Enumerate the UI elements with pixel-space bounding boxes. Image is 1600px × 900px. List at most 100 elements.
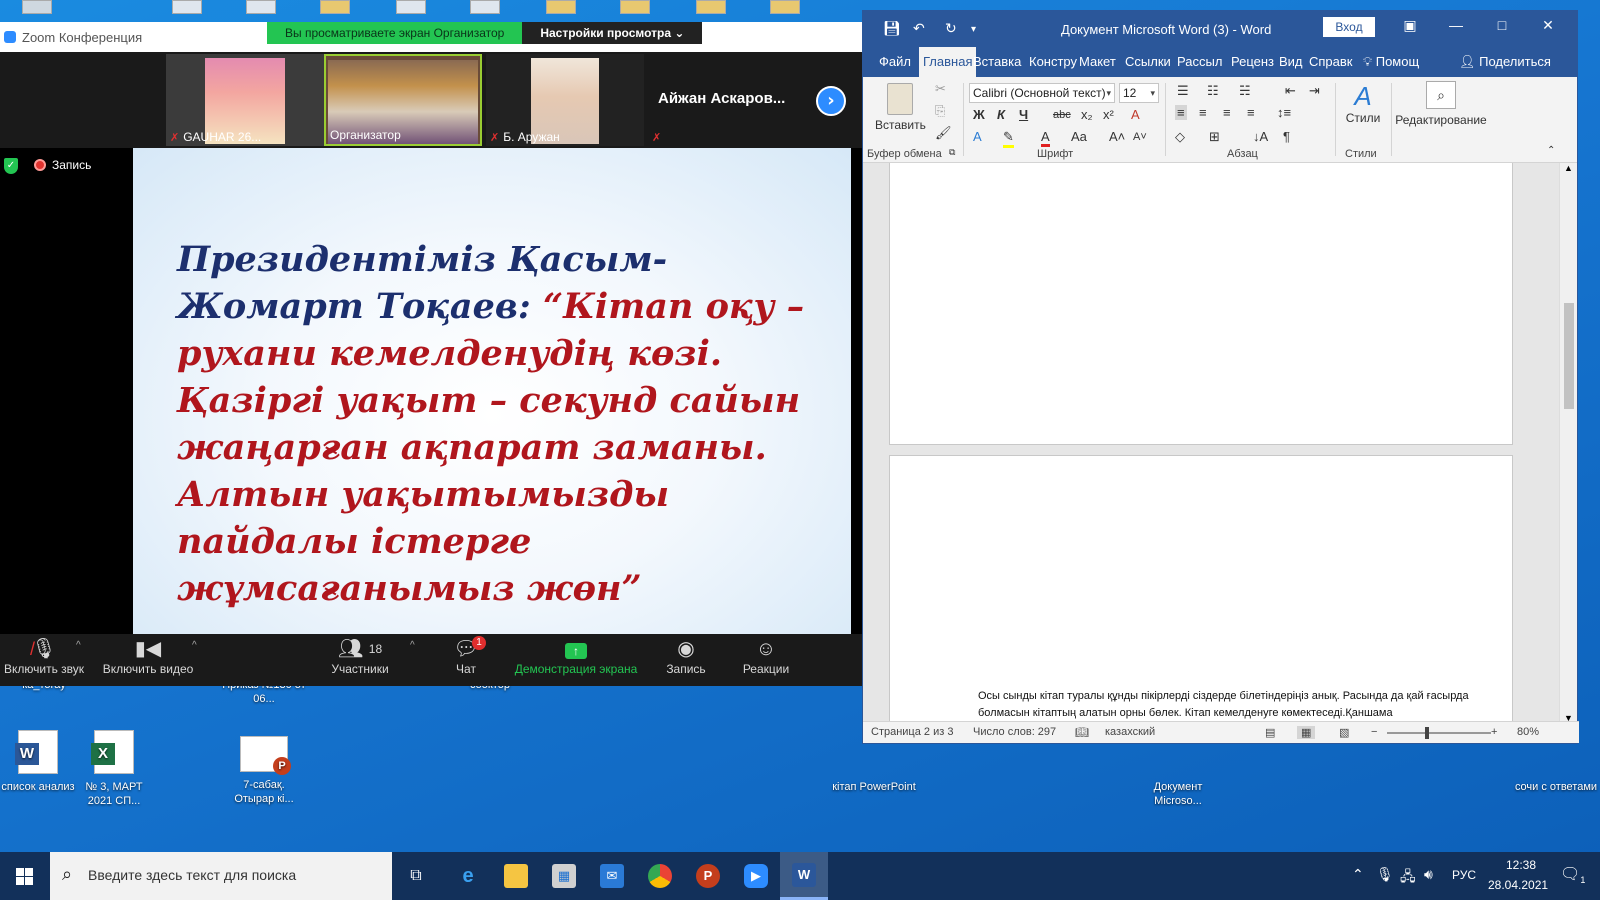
- undo-icon[interactable]: ↶: [913, 20, 925, 37]
- clock-time[interactable]: 12:38: [1506, 858, 1536, 872]
- tab-file[interactable]: Файл: [875, 47, 915, 77]
- participant-video[interactable]: ✗ Б. Аружан: [486, 54, 644, 146]
- start-button[interactable]: [0, 852, 48, 900]
- taskbar-search[interactable]: ⌕ Введите здесь текст для поиска: [50, 852, 392, 900]
- network-icon[interactable]: 🖧: [1400, 866, 1416, 890]
- microphone-icon[interactable]: 🎙︎: [1376, 866, 1394, 883]
- desktop-icon-partial[interactable]: [22, 0, 52, 14]
- strikethrough-icon[interactable]: abc: [1053, 109, 1071, 121]
- desktop-icon-partial[interactable]: [546, 0, 576, 14]
- document-page[interactable]: Осы сынды кітап туралы құнды пікірлерді …: [889, 455, 1513, 723]
- desktop-icon-partial[interactable]: [396, 0, 426, 14]
- zoom-level[interactable]: 80%: [1517, 726, 1539, 738]
- share-screen-button[interactable]: ↑ Демонстрация экрана: [508, 634, 644, 686]
- proofing-icon[interactable]: 📖︎: [1075, 726, 1089, 739]
- document-canvas[interactable]: Осы сынды кітап туралы құнды пікірлерді …: [863, 163, 1559, 723]
- dialog-launcher-icon[interactable]: ⧉: [949, 147, 955, 158]
- desktop-icon-partial[interactable]: [620, 0, 650, 14]
- styles-button[interactable]: A Стили: [1341, 81, 1385, 125]
- tab-review[interactable]: Реценз: [1227, 47, 1278, 77]
- desktop-icon-word-file[interactable]: список анализ: [0, 730, 80, 794]
- bullets-icon[interactable]: ☰: [1177, 83, 1189, 99]
- save-icon[interactable]: 💾︎: [883, 20, 901, 37]
- page-counter[interactable]: Страница 2 из 3: [871, 726, 953, 738]
- audio-options-caret[interactable]: ^: [76, 640, 81, 651]
- signin-button[interactable]: Вход: [1323, 17, 1375, 37]
- subscript-icon[interactable]: x₂: [1081, 107, 1093, 122]
- zoom-out-icon[interactable]: −: [1371, 726, 1377, 738]
- desktop-icon-partial[interactable]: [172, 0, 202, 14]
- scrollbar-thumb[interactable]: [1564, 303, 1574, 409]
- read-mode-icon[interactable]: ▤: [1265, 726, 1275, 739]
- volume-icon[interactable]: 🔊︎: [1424, 866, 1433, 883]
- tell-me-search[interactable]: 💡︎ Помощ: [1359, 47, 1423, 77]
- desktop-icon-partial[interactable]: [320, 0, 350, 14]
- maximize-button[interactable]: □: [1487, 17, 1517, 33]
- desktop-icon-sochi[interactable]: сочи с ответами: [1514, 748, 1598, 794]
- participants-options-caret[interactable]: ^: [410, 640, 415, 651]
- tab-help[interactable]: Справк: [1305, 47, 1356, 77]
- increase-indent-icon[interactable]: ⇥: [1309, 83, 1320, 99]
- change-case-icon[interactable]: Aa: [1071, 129, 1087, 144]
- recording-indicator[interactable]: Запись: [34, 158, 91, 172]
- tab-insert[interactable]: Вставка: [969, 47, 1025, 77]
- tab-mailings[interactable]: Рассыл: [1173, 47, 1226, 77]
- desktop-icon-excel-file[interactable]: № 3, МАРТ 2021 СП...: [72, 730, 156, 808]
- view-options-button[interactable]: Настройки просмотра ⌄: [522, 22, 703, 44]
- task-view-button[interactable]: ⧉: [392, 852, 440, 900]
- participants-button[interactable]: 👥︎ 18 Участники: [310, 634, 410, 686]
- chat-button[interactable]: 💬︎ 1 Чат: [416, 634, 516, 686]
- taskbar-chrome[interactable]: [636, 852, 684, 900]
- format-painter-icon[interactable]: 🖌︎: [935, 125, 952, 141]
- decrease-indent-icon[interactable]: ⇤: [1285, 83, 1296, 99]
- superscript-icon[interactable]: x²: [1103, 107, 1114, 122]
- align-left-icon[interactable]: ≡: [1175, 105, 1187, 120]
- desktop-icon-partial[interactable]: [470, 0, 500, 14]
- tab-references[interactable]: Ссылки: [1121, 47, 1175, 77]
- ribbon-display-options-icon[interactable]: ▣: [1395, 17, 1425, 34]
- language-indicator[interactable]: казахский: [1105, 726, 1155, 738]
- zoom-window[interactable]: Zoom Конференция Вы просматриваете экран…: [0, 22, 862, 686]
- video-options-caret[interactable]: ^: [192, 640, 197, 651]
- desktop-icon-partial[interactable]: [770, 0, 800, 14]
- shrink-font-icon[interactable]: A˅: [1133, 131, 1147, 143]
- numbering-icon[interactable]: ☷: [1207, 83, 1219, 99]
- copy-icon[interactable]: ⎘: [935, 103, 945, 119]
- line-spacing-icon[interactable]: ↕≡: [1277, 105, 1291, 120]
- minimize-button[interactable]: —: [1441, 17, 1471, 33]
- italic-button[interactable]: К: [997, 107, 1005, 122]
- zoom-slider[interactable]: [1387, 732, 1491, 734]
- document-text[interactable]: Осы сынды кітап туралы құнды пікірлерді …: [978, 688, 1488, 722]
- tab-design[interactable]: Констру: [1025, 47, 1081, 77]
- participant-video[interactable]: ✗ GAUHAR 26...: [166, 54, 324, 146]
- tab-layout[interactable]: Макет: [1075, 47, 1120, 77]
- participant-video-organizer[interactable]: Организатор: [324, 54, 482, 146]
- borders-icon[interactable]: ⊞: [1209, 129, 1220, 145]
- sort-icon[interactable]: ↓A: [1253, 129, 1268, 144]
- paste-button[interactable]: Вставить: [875, 83, 926, 132]
- grow-font-icon[interactable]: A˄: [1109, 129, 1125, 144]
- word-titlebar[interactable]: 💾︎ ↶ ↻ ▾ Документ Microsoft Word (3) - W…: [863, 11, 1577, 47]
- align-right-icon[interactable]: ≡: [1223, 105, 1231, 120]
- show-marks-icon[interactable]: ¶: [1283, 129, 1290, 144]
- desktop-icon-partial[interactable]: [246, 0, 276, 14]
- taskbar-zoom[interactable]: ▶: [732, 852, 780, 900]
- security-shield-icon[interactable]: ✓: [4, 158, 18, 174]
- taskbar-edge[interactable]: e: [444, 852, 492, 900]
- zoom-slider-thumb[interactable]: [1425, 727, 1429, 739]
- collapse-ribbon-icon[interactable]: ⌃: [1547, 145, 1555, 156]
- taskbar-mail[interactable]: ✉: [588, 852, 636, 900]
- print-layout-icon[interactable]: ▦: [1297, 726, 1316, 739]
- zoom-in-icon[interactable]: +: [1491, 726, 1497, 738]
- share-button[interactable]: 👤︎ Поделиться: [1455, 47, 1555, 77]
- taskbar-store[interactable]: ▦: [540, 852, 588, 900]
- multilevel-list-icon[interactable]: ☵: [1239, 83, 1251, 99]
- editing-button[interactable]: ⌕ Редактирование: [1393, 81, 1489, 127]
- bold-button[interactable]: Ж: [973, 107, 985, 122]
- font-size-select[interactable]: 12 ▾: [1119, 83, 1159, 103]
- customize-qat-icon[interactable]: ▾: [971, 24, 976, 35]
- cut-icon[interactable]: ✂: [935, 81, 946, 97]
- redo-icon[interactable]: ↻: [945, 20, 957, 37]
- desktop-icon-ppt-file[interactable]: 7-сабақ. Отырар кі...: [222, 730, 306, 806]
- desktop-icon-ppt-kitap[interactable]: кітап PowerPoint: [832, 748, 916, 794]
